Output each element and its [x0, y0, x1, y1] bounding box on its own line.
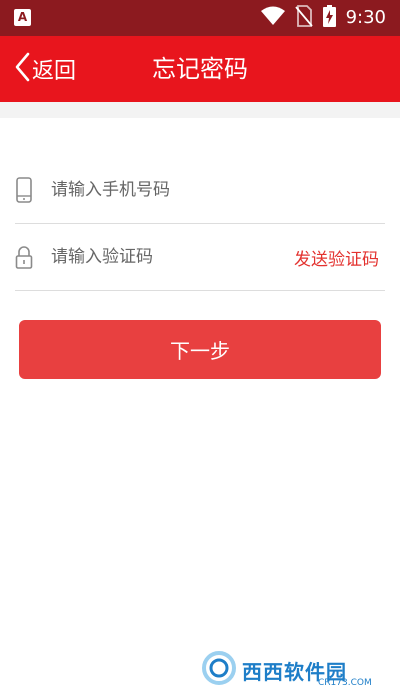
battery-charging-icon [322, 5, 336, 31]
phone-input[interactable] [51, 170, 385, 210]
send-code-button[interactable]: 发送验证码 [294, 245, 379, 270]
no-sim-icon [294, 5, 313, 31]
status-icons: 9:30 [260, 5, 386, 31]
next-step-button[interactable]: 下一步 [19, 320, 381, 379]
code-input[interactable] [51, 237, 294, 277]
watermark-logo: 西西软件园 CR173.COM [200, 648, 392, 692]
wifi-icon [260, 6, 285, 30]
header-bar: 返回 忘记密码 [0, 36, 400, 102]
divider-band [0, 102, 400, 118]
status-time: 9:30 [345, 7, 386, 28]
page-title: 忘记密码 [152, 55, 248, 83]
status-bar: A 9:30 [0, 0, 400, 36]
phone-icon [15, 177, 51, 203]
watermark-subtext: CR173.COM [318, 678, 372, 688]
code-field-row: 发送验证码 [15, 224, 385, 291]
app-notification-icon: A [14, 9, 31, 26]
phone-field-row [15, 157, 385, 224]
watermark-emblem-icon [200, 649, 238, 691]
lock-icon [15, 245, 51, 269]
